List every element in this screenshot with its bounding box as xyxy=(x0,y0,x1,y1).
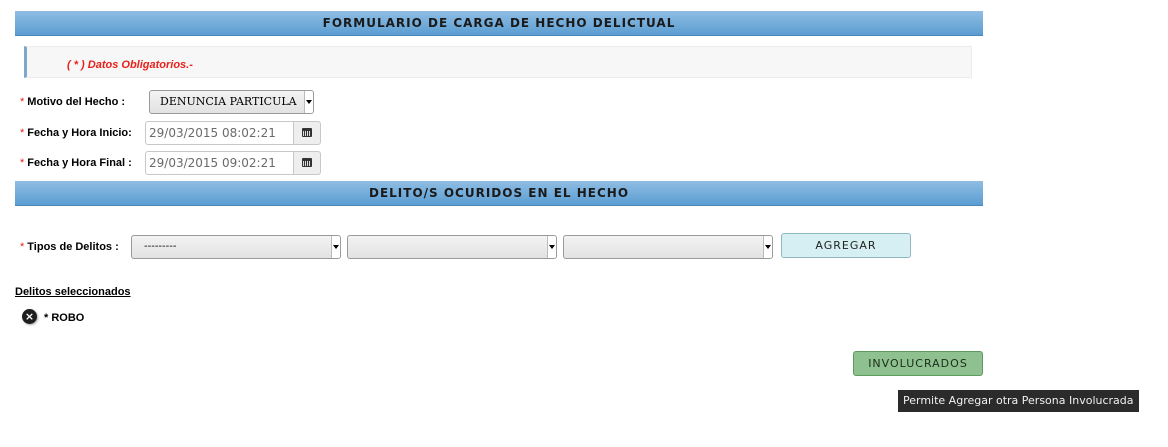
tipos-delitos-label: Tipos de Delitos : xyxy=(27,241,119,253)
required-asterisk: * xyxy=(20,157,25,169)
agregar-button[interactable]: AGREGAR xyxy=(781,233,911,258)
motivo-select[interactable]: DENUNCIA PARTICULA xyxy=(149,90,314,114)
tipo-delito-select-1-value: --------- xyxy=(144,241,177,252)
required-asterisk: * xyxy=(20,127,25,139)
required-note-box: ( * ) Datos Obligatorios.- xyxy=(24,46,972,78)
chevron-down-icon xyxy=(763,236,772,258)
fecha-inicio-input[interactable]: 29/03/2015 08:02:21 xyxy=(145,121,294,145)
chevron-down-icon xyxy=(331,236,340,258)
fecha-inicio-label: Fecha y Hora Inicio: xyxy=(27,127,132,139)
fecha-final-label-row: * Fecha y Hora Final : xyxy=(20,157,132,169)
selected-delito-item: * ROBO xyxy=(44,312,85,324)
tipos-delitos-label-row: * Tipos de Delitos : xyxy=(20,241,119,253)
required-asterisk: * xyxy=(20,96,25,108)
delitos-header: DELITO/S OCURIDOS EN EL HECHO xyxy=(15,181,983,206)
form-header: FORMULARIO DE CARGA DE HECHO DELICTUAL xyxy=(15,11,983,36)
tipo-delito-select-3[interactable] xyxy=(563,235,773,259)
motivo-select-value: DENUNCIA PARTICULA xyxy=(160,95,297,108)
required-asterisk: * xyxy=(20,241,25,253)
fecha-inicio-label-row: * Fecha y Hora Inicio: xyxy=(20,127,132,139)
delitos-seleccionados-title: Delitos seleccionados xyxy=(15,286,131,298)
remove-delito-icon[interactable]: × xyxy=(22,309,37,324)
fecha-final-label: Fecha y Hora Final : xyxy=(27,157,132,169)
tipo-delito-select-2[interactable] xyxy=(347,235,557,259)
tipo-delito-select-1[interactable]: --------- xyxy=(131,235,341,259)
form-title: FORMULARIO DE CARGA DE HECHO DELICTUAL xyxy=(322,16,676,30)
calendar-icon xyxy=(302,128,312,137)
fecha-final-input[interactable]: 29/03/2015 09:02:21 xyxy=(145,151,294,175)
chevron-down-icon xyxy=(547,236,556,258)
required-note: ( * ) Datos Obligatorios.- xyxy=(67,59,193,71)
motivo-label: Motivo del Hecho : xyxy=(27,96,126,108)
delitos-title: DELITO/S OCURIDOS EN EL HECHO xyxy=(368,186,630,200)
fecha-inicio-calendar-button[interactable] xyxy=(294,121,321,145)
motivo-label-row: * Motivo del Hecho : xyxy=(20,96,125,108)
calendar-icon xyxy=(302,158,312,167)
chevron-down-icon xyxy=(304,91,313,113)
involucrados-tooltip: Permite Agregar otra Persona Involucrada xyxy=(898,390,1139,412)
fecha-inicio-value: 29/03/2015 08:02:21 xyxy=(149,126,276,140)
fecha-final-value: 29/03/2015 09:02:21 xyxy=(149,156,276,170)
fecha-final-calendar-button[interactable] xyxy=(294,151,321,175)
involucrados-button[interactable]: INVOLUCRADOS xyxy=(853,351,983,376)
